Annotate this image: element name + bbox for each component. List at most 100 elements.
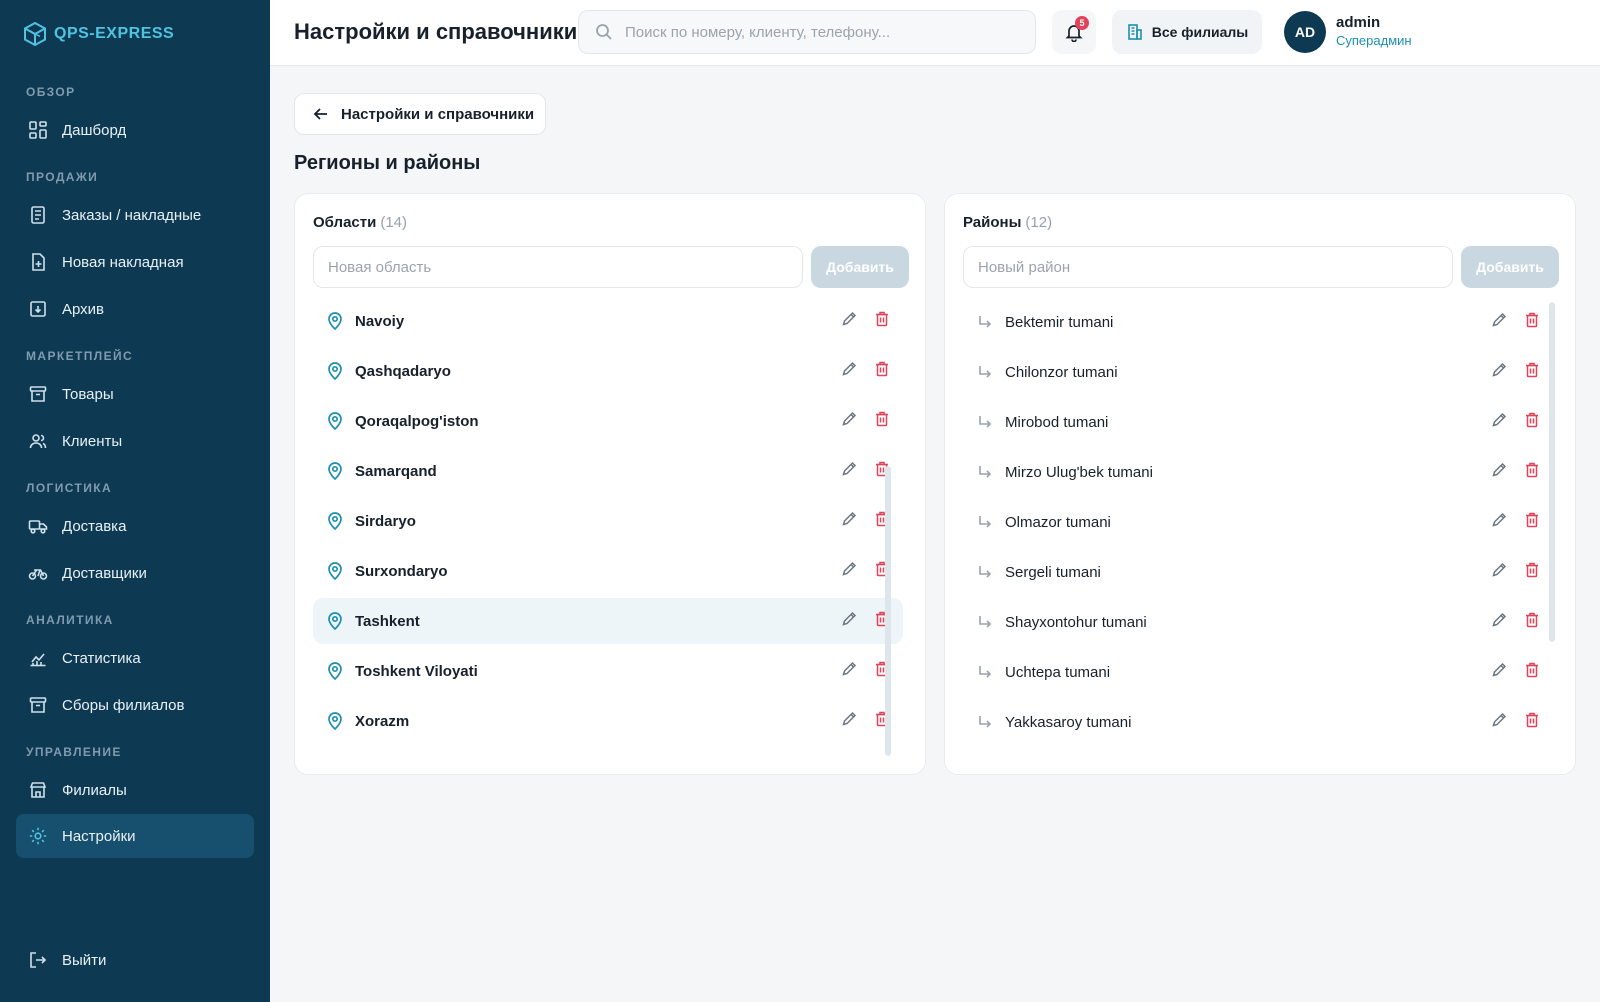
district-row[interactable]: Uchtepa tumani: [963, 649, 1553, 695]
sidebar-item-delivery[interactable]: Доставка: [16, 504, 254, 548]
sidebar-item-dashboard[interactable]: Дашборд: [16, 108, 254, 152]
district-row[interactable]: Chilonzor tumani: [963, 349, 1553, 395]
region-row-label: Navoiy: [355, 312, 405, 330]
trash-icon[interactable]: [875, 311, 889, 332]
logout-button[interactable]: Выйти: [16, 938, 254, 982]
sidebar-item-couriers[interactable]: Доставщики: [16, 551, 254, 595]
sidebar-item-settings[interactable]: Настройки: [16, 814, 254, 858]
district-row[interactable]: Mirzo Ulug'bek tumani: [963, 449, 1553, 495]
pencil-icon[interactable]: [841, 561, 857, 582]
trash-icon[interactable]: [1525, 562, 1539, 583]
region-row[interactable]: Samarqand: [313, 448, 903, 494]
trash-icon[interactable]: [1525, 312, 1539, 333]
users-icon: [29, 434, 47, 449]
pencil-icon[interactable]: [841, 661, 857, 682]
sidebar: QPS-EXPRESS ОБЗОР Дашборд ПРОДАЖИ Заказы…: [0, 0, 270, 1002]
region-row[interactable]: Navoiy: [313, 298, 903, 344]
pencil-icon[interactable]: [1491, 512, 1507, 533]
sidebar-item-statistics[interactable]: Статистика: [16, 636, 254, 680]
region-row[interactable]: Xorazm: [313, 698, 903, 744]
region-row[interactable]: Toshkent Viloyati: [313, 648, 903, 694]
sidebar-item-branches[interactable]: Филиалы: [16, 768, 254, 812]
row-actions: [841, 711, 889, 732]
branch-selector[interactable]: Все филиалы: [1112, 10, 1262, 54]
region-row-label: Qoraqalpog'iston: [355, 412, 479, 430]
pencil-icon[interactable]: [1491, 362, 1507, 383]
district-row[interactable]: Mirobod tumani: [963, 399, 1553, 445]
row-actions: [1491, 462, 1539, 483]
districts-scrollbar[interactable]: [1549, 302, 1555, 642]
pencil-icon[interactable]: [841, 611, 857, 632]
avatar[interactable]: AD: [1284, 11, 1326, 53]
row-actions: [1491, 612, 1539, 633]
gear-icon: [29, 827, 47, 845]
pencil-icon[interactable]: [1491, 562, 1507, 583]
trash-icon[interactable]: [1525, 512, 1539, 533]
trash-icon[interactable]: [1525, 712, 1539, 733]
trash-icon[interactable]: [1525, 612, 1539, 633]
sidebar-item-archive[interactable]: Архив: [16, 287, 254, 331]
new-district-input[interactable]: [963, 246, 1453, 288]
pencil-icon[interactable]: [841, 361, 857, 382]
new-region-input[interactable]: [313, 246, 803, 288]
pencil-icon[interactable]: [841, 411, 857, 432]
map-pin-icon: [327, 462, 343, 480]
region-row[interactable]: Surxondaryo: [313, 548, 903, 594]
add-region-button[interactable]: Добавить: [811, 246, 909, 288]
region-row-label: Qashqadaryo: [355, 362, 451, 380]
regions-count: (14): [380, 214, 408, 231]
trash-icon[interactable]: [875, 361, 889, 382]
trash-icon[interactable]: [1525, 462, 1539, 483]
district-row[interactable]: Yakkasaroy tumani: [963, 699, 1553, 745]
logo-text: QPS-EXPRESS: [54, 25, 175, 42]
notifications-button[interactable]: 5: [1052, 10, 1096, 54]
back-button[interactable]: Настройки и справочники: [294, 93, 546, 135]
pencil-icon[interactable]: [841, 711, 857, 732]
pencil-icon[interactable]: [1491, 412, 1507, 433]
region-row-label: Surxondaryo: [355, 562, 448, 580]
district-row[interactable]: Shayxontohur tumani: [963, 599, 1553, 645]
sidebar-item-branch-collections[interactable]: Сборы филиалов: [16, 683, 254, 727]
trash-icon[interactable]: [1525, 362, 1539, 383]
pencil-icon[interactable]: [1491, 612, 1507, 633]
pencil-icon[interactable]: [1491, 712, 1507, 733]
districts-count: (12): [1025, 214, 1053, 231]
store-icon: [29, 782, 47, 798]
map-pin-icon: [327, 512, 343, 530]
trash-icon[interactable]: [1525, 412, 1539, 433]
trash-icon[interactable]: [875, 411, 889, 432]
region-row[interactable]: Tashkent: [313, 598, 903, 644]
pencil-icon[interactable]: [1491, 462, 1507, 483]
search-box[interactable]: [578, 10, 1036, 54]
district-row[interactable]: Sergeli tumani: [963, 549, 1553, 595]
row-actions: [1491, 562, 1539, 583]
sidebar-item-products[interactable]: Товары: [16, 372, 254, 416]
sidebar-item-new-invoice[interactable]: Новая накладная: [16, 240, 254, 284]
add-district-button[interactable]: Добавить: [1461, 246, 1559, 288]
trash-icon[interactable]: [1525, 662, 1539, 683]
pencil-icon[interactable]: [841, 311, 857, 332]
district-row-label: Uchtepa tumani: [1005, 663, 1111, 681]
pencil-icon[interactable]: [841, 511, 857, 532]
district-row[interactable]: Olmazor tumani: [963, 499, 1553, 545]
district-row[interactable]: Bektemir tumani: [963, 299, 1553, 345]
section-title-logistics: ЛОГИСТИКА: [26, 481, 113, 495]
district-row-label: Yakkasaroy tumani: [1005, 713, 1132, 731]
search-input[interactable]: [625, 23, 1005, 41]
region-row[interactable]: Qoraqalpog'iston: [313, 398, 903, 444]
truck-icon: [28, 520, 48, 534]
pencil-icon[interactable]: [1491, 312, 1507, 333]
sub-arrow-icon: [977, 364, 993, 380]
sidebar-item-clients[interactable]: Клиенты: [16, 419, 254, 463]
sidebar-item-label: Настройки: [62, 827, 136, 845]
pencil-icon[interactable]: [1491, 662, 1507, 683]
region-row[interactable]: Sirdaryo: [313, 498, 903, 544]
districts-title: Районы: [963, 214, 1022, 231]
regions-scrollbar[interactable]: [885, 466, 891, 756]
region-row[interactable]: Qashqadaryo: [313, 348, 903, 394]
sidebar-item-orders[interactable]: Заказы / накладные: [16, 193, 254, 237]
pencil-icon[interactable]: [841, 461, 857, 482]
row-actions: [841, 511, 889, 532]
logo[interactable]: QPS-EXPRESS: [24, 22, 174, 46]
sub-arrow-icon: [977, 714, 993, 730]
